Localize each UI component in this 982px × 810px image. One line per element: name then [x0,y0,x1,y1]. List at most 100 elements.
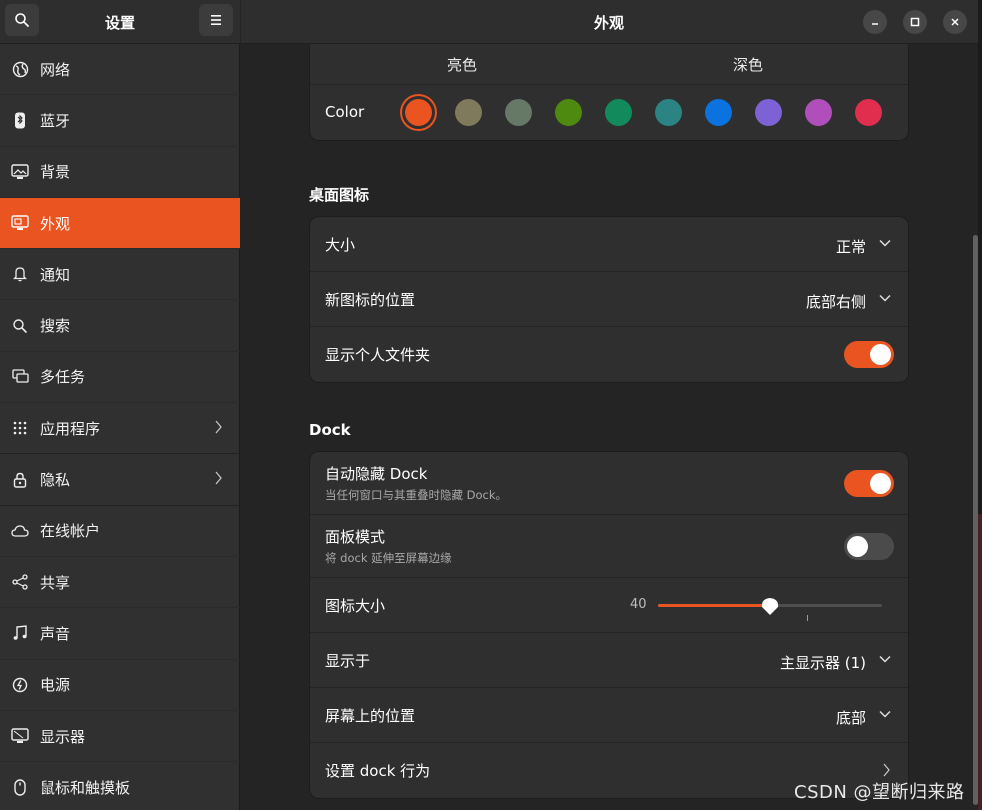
share-icon [11,573,29,591]
minimize-icon [872,23,878,25]
show-on-row[interactable]: 显示于 主显示器 (1) [310,633,908,688]
background-icon [11,163,29,181]
sidebar-list: 网络 蓝牙 背景 外观 通知 搜索 多任务 应用程序 隐私 在线帐户 共享 声音… [0,44,240,810]
chevron-right-icon [215,471,222,485]
sidebar-item-mouse-touchpad[interactable]: 鼠标和触摸板 [0,762,240,810]
new-icon-position-value: 底部右侧 [805,293,866,311]
theme-style-row: 亮色 深色 [310,44,908,85]
dock-icon-size-slider[interactable] [658,598,882,615]
sidebar-item-power[interactable]: 电源 [0,660,240,711]
sidebar-item-bluetooth[interactable]: 蓝牙 [0,95,240,147]
music-note-icon [11,624,29,642]
sidebar-item-label: 共享 [40,573,71,592]
sidebar-item-label: 背景 [40,163,71,182]
sidebar-item-displays[interactable]: 显示器 [0,711,240,763]
show-on-value: 主显示器 (1) [779,654,866,672]
dock-autohide-toggle[interactable] [844,470,894,497]
appearance-icon [11,214,29,232]
close-button[interactable] [943,10,967,34]
theme-dark-option[interactable]: 深色 [733,54,763,75]
sidebar-item-sharing[interactable]: 共享 [0,557,240,609]
maximize-icon [910,17,920,27]
minimize-button[interactable] [863,10,887,34]
mouse-icon [11,778,29,796]
show-home-folder-label: 显示个人文件夹 [325,346,431,364]
dock-behavior-label: 设置 dock 行为 [325,762,431,780]
main-menu-button[interactable] [199,4,233,36]
dock-autohide-row: 自动隐藏 Dock 当任何窗口与其重叠时隐藏 Dock。 [310,452,908,515]
main-header: 外观 [241,0,982,44]
sidebar-item-label: 鼠标和触摸板 [40,778,131,797]
bluetooth-icon [11,111,29,129]
sidebar-item-label: 声音 [40,624,71,643]
show-home-folder-row: 显示个人文件夹 [310,327,908,382]
accent-color-swatch[interactable] [655,99,682,126]
accent-color-swatch[interactable] [505,99,532,126]
sidebar-item-label: 应用程序 [40,419,101,438]
sidebar-item-label: 通知 [40,265,71,284]
panel-mode-label: 面板模式 [325,528,386,546]
sidebar-item-label: 搜索 [40,317,71,336]
slider-fill [658,604,770,607]
accent-color-swatch[interactable] [605,99,632,126]
sidebar-item-applications[interactable]: 应用程序 [0,403,240,455]
chevron-right-icon [883,763,890,777]
display-icon [11,727,29,745]
panel-mode-description: 将 dock 延伸至屏幕边缘 [325,551,452,565]
theme-card: 亮色 深色 Color [309,44,909,141]
search-icon [11,317,29,335]
sidebar-item-appearance[interactable]: 外观 [0,197,240,250]
icon-size-value: 正常 [835,238,866,256]
accent-color-swatch[interactable] [755,99,782,126]
chevron-down-icon [879,655,891,663]
screen-position-row[interactable]: 屏幕上的位置 底部 [310,688,908,743]
hamburger-icon [211,15,221,25]
accent-color-swatch[interactable] [705,99,732,126]
sidebar-item-online-accounts[interactable]: 在线帐户 [0,506,240,557]
dock-icon-size-value: 40 [630,597,647,612]
bell-icon [11,265,29,283]
toggle-knob [870,344,891,365]
lock-icon [11,471,29,489]
sidebar-item-background[interactable]: 背景 [0,147,240,198]
accent-color-swatch[interactable] [555,99,582,126]
close-icon [951,18,959,26]
sidebar-item-label: 网络 [40,60,71,79]
sidebar-item-label: 蓝牙 [40,111,71,130]
accent-color-row: Color [310,85,908,140]
theme-light-option[interactable]: 亮色 [447,54,477,75]
icon-size-label: 大小 [325,235,356,254]
accent-color-swatch[interactable] [405,99,432,126]
power-icon [11,676,29,694]
sidebar-item-network[interactable]: 网络 [0,44,240,96]
dock-card: 自动隐藏 Dock 当任何窗口与其重叠时隐藏 Dock。 面板模式 将 dock… [309,451,909,799]
slider-tick-mark [807,615,808,621]
maximize-button[interactable] [903,10,927,34]
icon-size-row[interactable]: 大小 正常 [310,217,908,272]
sidebar-item-privacy[interactable]: 隐私 [0,454,240,506]
panel-mode-toggle[interactable] [844,533,894,560]
sidebar-item-label: 多任务 [40,368,86,387]
slider-handle[interactable] [760,596,780,616]
toggle-knob [870,473,891,494]
chevron-down-icon [879,294,891,302]
multitask-icon [11,368,29,386]
globe-icon [11,60,29,78]
dock-autohide-description: 当任何窗口与其重叠时隐藏 Dock。 [325,488,508,502]
sidebar-item-label: 外观 [40,214,71,233]
dock-icon-size-row: 图标大小 40 [310,578,908,633]
sidebar-item-sound[interactable]: 声音 [0,608,240,660]
toggle-knob [847,536,868,557]
panel-mode-row: 面板模式 将 dock 延伸至屏幕边缘 [310,515,908,578]
sidebar-item-multitasking[interactable]: 多任务 [0,352,240,404]
sidebar-item-label: 显示器 [40,727,86,746]
show-home-folder-toggle[interactable] [844,341,894,368]
new-icon-position-row[interactable]: 新图标的位置 底部右侧 [310,272,908,327]
accent-color-label: Color [325,103,365,121]
dock-icon-size-label: 图标大小 [325,596,386,615]
accent-color-swatch[interactable] [855,99,882,126]
accent-color-swatch[interactable] [455,99,482,126]
sidebar-item-search[interactable]: 搜索 [0,300,240,352]
accent-color-swatch[interactable] [805,99,832,126]
sidebar-item-notifications[interactable]: 通知 [0,249,240,301]
